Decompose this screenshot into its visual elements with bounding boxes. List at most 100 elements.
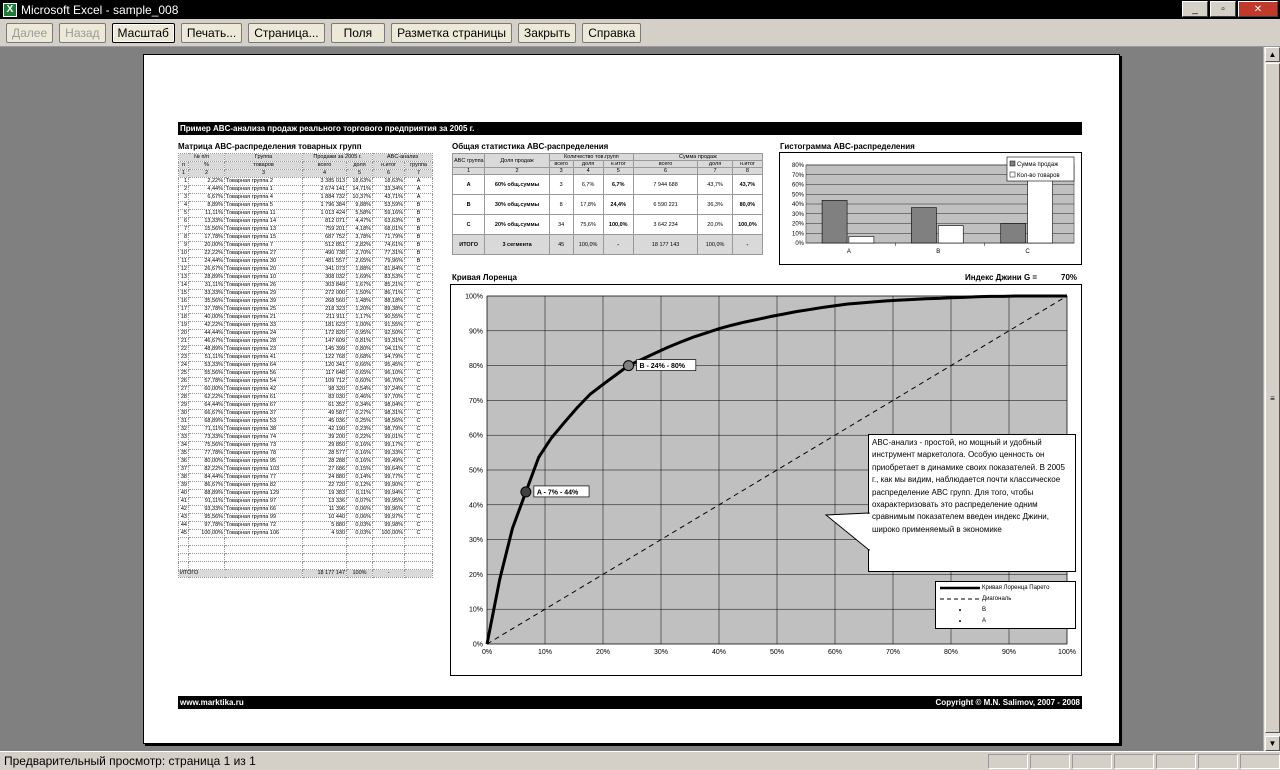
stats-cell: 6 590 221 — [632, 194, 699, 215]
lorenz-y-tick: 20% — [469, 572, 483, 579]
scroll-down-icon[interactable]: ▼ — [1265, 736, 1280, 751]
matrix-cell: 9 — [178, 241, 189, 250]
empty-cell — [372, 537, 406, 546]
matrix-cell: 272 000 — [302, 289, 348, 298]
matrix-cell: C — [404, 297, 434, 306]
lorenz-x-tick: 0% — [482, 649, 492, 656]
matrix-cell: 77,78% — [187, 449, 226, 458]
empty-cell — [224, 545, 304, 554]
matrix-colnum: 3 — [224, 169, 304, 178]
matrix-cell: 11,11% — [187, 209, 226, 218]
empty-cell — [187, 545, 226, 554]
table-row: 7 15,56% Товарная группа 13 759 201 4,18% 68,… — [178, 225, 434, 234]
matrix-cell: 14 — [178, 281, 189, 290]
matrix-head: ABC-анализ — [372, 153, 434, 162]
matrix-cell: C — [404, 433, 434, 442]
stats-cell: 20% общ.суммы — [484, 214, 550, 235]
page-break-preview-button[interactable]: Разметка страницы — [391, 22, 513, 43]
matrix-cell: 117 648 — [302, 369, 348, 378]
matrix-cell: 2,70% — [346, 249, 374, 258]
matrix-cell: Товарная группа 1 — [224, 185, 304, 194]
status-text: Предварительный просмотр: страница 1 из … — [4, 754, 256, 768]
previous-button[interactable]: Назад — [59, 22, 106, 43]
matrix-cell: 122 768 — [302, 353, 348, 362]
matrix-cell: 268 560 — [302, 297, 348, 306]
matrix-cell: C — [404, 425, 434, 434]
matrix-cell: C — [404, 481, 434, 490]
stats-subhead: всего — [548, 160, 574, 168]
matrix-cell: 16 — [178, 297, 189, 306]
table-row: 25 55,56% Товарная группа 56 117 648 0,65% 96… — [178, 369, 434, 378]
empty-cell — [178, 561, 189, 570]
matrix-cell: 3 — [178, 193, 189, 202]
matrix-cell: 99,49% — [372, 457, 406, 466]
stats-subhead: доля — [572, 160, 604, 168]
legend-swatch-diagonal — [940, 595, 980, 603]
matrix-cell: 24,44% — [187, 257, 226, 266]
stats-subhead: всего — [632, 160, 699, 168]
matrix-cell: 92,50% — [372, 329, 406, 338]
matrix-cell: 2,65% — [346, 257, 374, 266]
empty-cell — [372, 561, 406, 570]
lorenz-x-tick: 20% — [596, 649, 610, 656]
matrix-colnum: 7 — [404, 169, 434, 178]
matrix-cell: C — [404, 401, 434, 410]
table-row: 4 8,89% Товарная группа 51 796 384 9,88% 53,… — [178, 201, 434, 210]
lorenz-x-tick: 50% — [770, 649, 784, 656]
matrix-cell: 0,06% — [346, 513, 374, 522]
table-row: 37 82,22% Товарная группа 103 27 686 0,15% 99… — [178, 465, 434, 474]
close-preview-button[interactable]: Закрыть — [518, 22, 577, 43]
matrix-cell: 5 — [178, 209, 189, 218]
histogram-y-tick: 30% — [792, 212, 805, 218]
lorenz-x-tick: 60% — [828, 649, 842, 656]
empty-cell — [404, 537, 434, 546]
minimize-button[interactable]: _ — [1182, 1, 1208, 17]
matrix-cell: 33 — [178, 433, 189, 442]
matrix-cell: 6 — [178, 217, 189, 226]
matrix-cell: Товарная группа 77 — [224, 473, 304, 482]
matrix-cell: 31,11% — [187, 281, 226, 290]
next-button[interactable]: Далее — [6, 22, 54, 43]
matrix-cell: 100,00% — [187, 529, 226, 538]
close-window-button[interactable]: ✕ — [1238, 1, 1278, 17]
stats-cell: 6,7% — [572, 174, 604, 195]
zoom-button[interactable]: Масштаб — [111, 22, 175, 43]
matrix-cell: 88,18% — [372, 297, 406, 306]
matrix-cell: 44 — [178, 521, 189, 530]
help-button[interactable]: Справка — [582, 22, 642, 43]
matrix-cell: 181 623 — [302, 321, 348, 330]
matrix-cell: C — [404, 353, 434, 362]
lorenz-y-tick: 0% — [473, 642, 483, 649]
matrix-cell: 95,56% — [187, 513, 226, 522]
empty-cell — [346, 561, 374, 570]
table-row: 28 62,22% Товарная группа 61 83 030 0,46% 97,… — [178, 393, 434, 402]
margins-button[interactable]: Поля — [330, 22, 386, 43]
matrix-cell: Товарная группа 7 — [224, 241, 304, 250]
page-setup-button[interactable]: Страница... — [248, 22, 325, 43]
matrix-cell: 0,03% — [346, 529, 374, 538]
empty-cell — [224, 537, 304, 546]
matrix-total: ИТОГО — [177, 569, 304, 578]
empty-cell — [302, 537, 348, 546]
scroll-up-icon[interactable]: ▲ — [1265, 47, 1280, 62]
matrix-cell: Товарная группа 15 — [224, 233, 304, 242]
matrix-cell: 68,89% — [187, 417, 226, 426]
maximize-button[interactable]: ▫ — [1210, 1, 1236, 17]
vertical-scrollbar[interactable]: ▲ ≡ ▼ — [1263, 47, 1280, 751]
scroll-thumb[interactable]: ≡ — [1265, 63, 1280, 733]
matrix-cell: 83 030 — [302, 393, 348, 402]
matrix-cell: 0,03% — [346, 521, 374, 530]
report-header: Пример ABC-анализа продаж реального торг… — [178, 122, 1082, 135]
table-row: 16 35,56% Товарная группа 39 268 560 1,48% 88… — [178, 297, 434, 306]
matrix-cell: 0,22% — [346, 433, 374, 442]
empty-cell — [346, 537, 374, 546]
matrix-cell: Товарная группа 129 — [224, 489, 304, 498]
matrix-cell: 1,48% — [346, 297, 374, 306]
print-button[interactable]: Печать... — [180, 22, 243, 43]
matrix-cell: 98,56% — [372, 417, 406, 426]
table-row: 20 44,44% Товарная группа 24 172 820 0,95% 92… — [178, 329, 434, 338]
matrix-cell: 2 674 141 — [302, 185, 348, 194]
empty-cell — [346, 553, 374, 562]
matrix-cell: 98,79% — [372, 425, 406, 434]
table-row: 18 40,00% Товарная группа 21 211 911 1,17% 90… — [178, 313, 434, 322]
